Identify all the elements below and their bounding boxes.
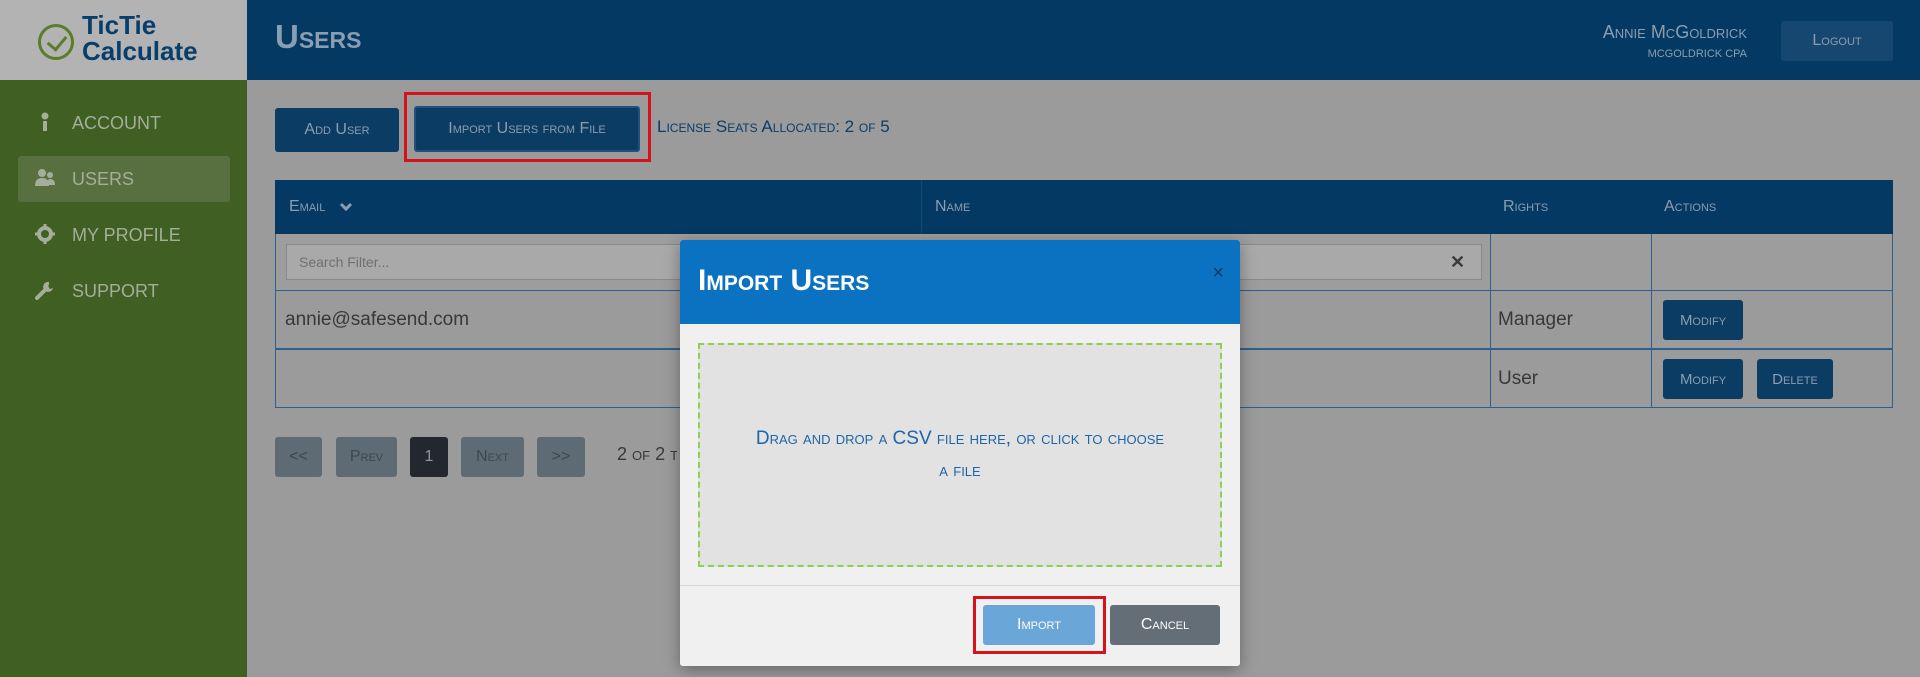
column-header-email-label: Email (289, 198, 326, 215)
sidebar-item-account[interactable]: ACCOUNT (18, 100, 230, 146)
logout-button[interactable]: Logout (1781, 21, 1893, 61)
table-header: Email Name Rights Actions (275, 180, 1893, 234)
gear-icon (35, 224, 55, 244)
user-name: Annie McGoldrick (1602, 22, 1747, 42)
clear-filter-icon[interactable]: ✕ (1450, 252, 1465, 273)
row-rights: User (1498, 368, 1539, 389)
top-header: Users Annie McGoldrick MCGOLDRICK CPA Lo… (247, 0, 1920, 80)
csv-drop-zone[interactable]: Drag and drop a CSV file here, or click … (698, 343, 1222, 567)
brand-name: TicTie Calculate (82, 12, 198, 64)
column-divider (1651, 234, 1652, 290)
drop-zone-text: Drag and drop a CSV file here, or click … (755, 428, 1165, 481)
sidebar-item-label: SUPPORT (72, 280, 159, 301)
close-icon[interactable]: × (1212, 262, 1224, 285)
users-icon (35, 169, 55, 186)
column-header-actions: Actions (1664, 198, 1717, 215)
modify-button[interactable]: Modify (1663, 300, 1743, 340)
sidebar-item-label: ACCOUNT (72, 112, 161, 133)
brand-line-2: Calculate (82, 36, 198, 66)
account-icon (41, 112, 49, 131)
add-user-button[interactable]: Add User (275, 108, 399, 152)
column-header-name[interactable]: Name (921, 180, 1489, 234)
sidebar-nav: ACCOUNT USERS MY PROFILE SUPPORT (18, 100, 230, 324)
last-page-button[interactable]: >> (537, 437, 585, 477)
column-divider (1490, 234, 1491, 290)
license-seats-text: License Seats Allocated: 2 of 5 (657, 117, 890, 136)
page-title: Users (275, 18, 362, 55)
row-email: annie@safesend.com (285, 309, 470, 330)
user-organization: MCGOLDRICK CPA (1647, 48, 1747, 60)
column-divider (1490, 350, 1491, 407)
next-page-button[interactable]: Next (461, 437, 524, 477)
pagination-info: 2 of 2 to (617, 444, 677, 464)
cancel-button[interactable]: Cancel (1110, 605, 1220, 645)
prev-page-button[interactable]: Prev (336, 437, 397, 477)
modal-header: Import Users × (680, 240, 1240, 324)
sidebar-item-label: USERS (72, 168, 135, 189)
column-divider (1651, 350, 1652, 407)
chevron-down-icon[interactable] (339, 202, 353, 212)
column-header-rights: Rights (1503, 198, 1549, 215)
row-rights: Manager (1498, 309, 1573, 330)
import-users-from-file-button[interactable]: Import Users from File (414, 106, 640, 152)
modal-title: Import Users (698, 264, 870, 297)
delete-button[interactable]: Delete (1757, 359, 1833, 399)
modify-button[interactable]: Modify (1663, 359, 1743, 399)
current-page-button[interactable]: 1 (410, 437, 448, 477)
column-header-email[interactable]: Email (275, 180, 921, 234)
sidebar-item-users[interactable]: USERS (18, 156, 230, 202)
import-button[interactable]: Import (983, 605, 1095, 645)
sidebar-item-support[interactable]: SUPPORT (18, 268, 230, 314)
column-divider (1651, 291, 1652, 348)
column-divider (1490, 291, 1491, 348)
brand-logo[interactable]: TicTie Calculate (0, 0, 247, 80)
sidebar-item-my-profile[interactable]: MY PROFILE (18, 212, 230, 258)
sidebar-item-label: MY PROFILE (72, 224, 181, 245)
import-users-modal: Import Users × Drag and drop a CSV file … (680, 240, 1240, 666)
sidebar: TicTie Calculate ACCOUNT USERS MY PROFIL… (0, 0, 247, 677)
wrench-icon (35, 281, 53, 300)
first-page-button[interactable]: << (275, 437, 322, 477)
brand-line-1: TicTie (82, 10, 157, 40)
check-circle-icon (38, 24, 74, 60)
